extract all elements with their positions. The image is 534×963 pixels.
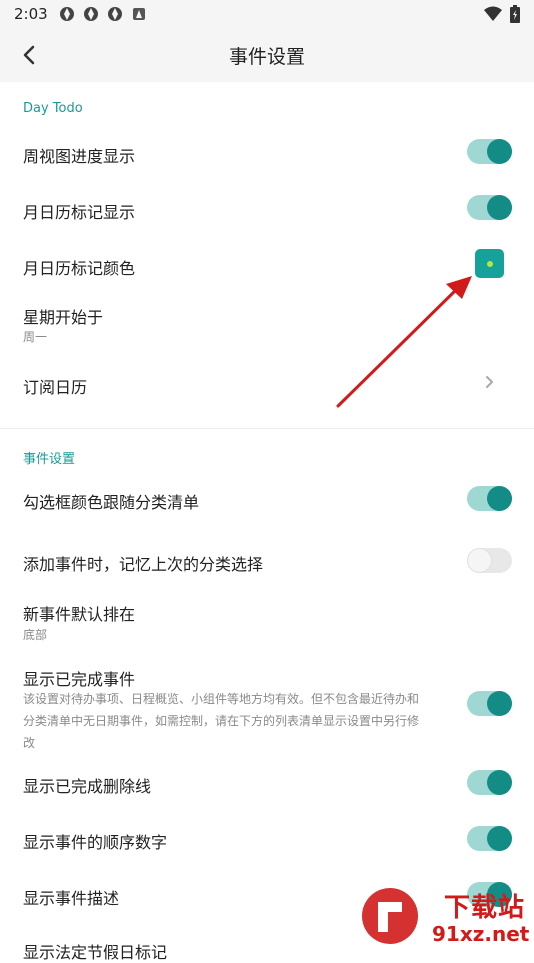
status-time: 2:03 bbox=[14, 5, 48, 23]
description-line: 改 bbox=[23, 736, 36, 750]
app-bar: 事件设置 bbox=[0, 28, 534, 82]
notification-icons bbox=[58, 5, 148, 23]
toggle-strikethrough[interactable] bbox=[467, 770, 512, 795]
section-header-event-settings: 事件设置 bbox=[23, 452, 76, 467]
toggle-knob bbox=[467, 548, 492, 573]
setting-marker-color[interactable]: 月日历标记颜色 bbox=[23, 255, 135, 279]
setting-week-start[interactable]: 星期开始于 bbox=[23, 304, 103, 328]
setting-checkbox-color[interactable]: 勾选框颜色跟随分类清单 bbox=[23, 489, 199, 513]
toggle-month-marker[interactable] bbox=[467, 195, 512, 220]
notification-icon bbox=[84, 7, 98, 21]
section-divider bbox=[0, 428, 534, 429]
status-bar: 2:03 bbox=[0, 0, 534, 28]
toggle-knob bbox=[487, 691, 512, 716]
toggle-show-completed[interactable] bbox=[467, 691, 512, 716]
toggle-knob bbox=[487, 195, 512, 220]
toggle-knob bbox=[487, 770, 512, 795]
show-completed-description: 该设置对待办事项、日程概览、小组件等地方均有效。但不包含最近待办和 分类清单中无… bbox=[23, 688, 453, 754]
section-header-day-todo: Day Todo bbox=[23, 101, 83, 116]
chevron-right-icon bbox=[486, 376, 493, 388]
page-title: 事件设置 bbox=[228, 46, 305, 68]
setting-strikethrough[interactable]: 显示已完成删除线 bbox=[23, 773, 151, 797]
status-right-icons bbox=[484, 5, 520, 23]
watermark-url: 91xz.net bbox=[432, 922, 530, 946]
battery-icon bbox=[510, 5, 520, 23]
setting-month-marker[interactable]: 月日历标记显示 bbox=[23, 199, 135, 223]
toggle-knob bbox=[487, 826, 512, 851]
color-swatch[interactable] bbox=[475, 249, 504, 278]
setting-event-description[interactable]: 显示事件描述 bbox=[23, 885, 119, 909]
toggle-remember-category[interactable] bbox=[467, 548, 512, 573]
description-line: 分类清单中无日期事件，如需控制，请在下方的列表清单显示设置中另行修 bbox=[23, 714, 420, 728]
setting-week-progress[interactable]: 周视图进度显示 bbox=[23, 143, 135, 167]
description-line: 该设置对待办事项、日程概览、小组件等地方均有效。但不包含最近待办和 bbox=[23, 692, 420, 706]
wifi-icon bbox=[484, 6, 502, 21]
app-notification-icon bbox=[133, 8, 145, 20]
setting-show-completed[interactable]: 显示已完成事件 bbox=[23, 666, 135, 690]
toggle-knob bbox=[487, 139, 512, 164]
week-start-value: 周一 bbox=[23, 330, 48, 344]
watermark-text: 下载站 bbox=[444, 893, 526, 923]
toggle-order-numbers[interactable] bbox=[467, 826, 512, 851]
setting-remember-category[interactable]: 添加事件时，记忆上次的分类选择 bbox=[23, 551, 263, 575]
new-event-position-value: 底部 bbox=[23, 628, 48, 642]
setting-new-event-position[interactable]: 新事件默认排在 bbox=[23, 601, 135, 625]
toggle-week-progress[interactable] bbox=[467, 139, 512, 164]
swatch-center-dot bbox=[487, 261, 493, 267]
notification-icon bbox=[60, 7, 74, 21]
setting-order-numbers[interactable]: 显示事件的顺序数字 bbox=[23, 829, 167, 853]
setting-subscribe-calendar[interactable]: 订阅日历 bbox=[23, 374, 87, 398]
toggle-knob bbox=[487, 486, 512, 511]
notification-icon bbox=[108, 7, 122, 21]
setting-holiday-marker[interactable]: 显示法定节假日标记 bbox=[23, 939, 167, 963]
toggle-checkbox-color[interactable] bbox=[467, 486, 512, 511]
